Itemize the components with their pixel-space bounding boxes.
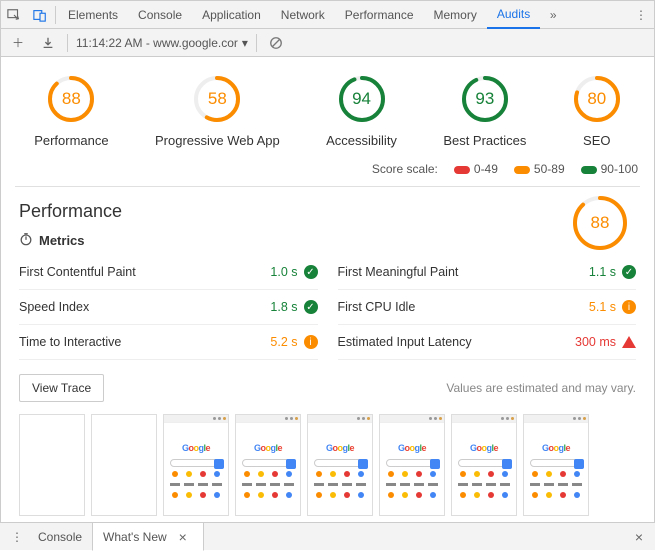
kebab-menu-icon[interactable]: ⋮	[628, 1, 654, 29]
filmstrip-thumb[interactable]	[19, 414, 85, 516]
metric-value: 5.2 s i	[270, 335, 317, 349]
metric-value: 5.1 s i	[589, 300, 636, 314]
pill-red-icon	[454, 166, 470, 174]
filmstrip-thumb[interactable]: Google	[307, 414, 373, 516]
metric-value: 300 ms	[575, 335, 636, 349]
download-report-icon[interactable]	[37, 32, 59, 54]
metric-name: First Contentful Paint	[19, 265, 136, 279]
report-selector[interactable]: 11:14:22 AM - www.google.cor ▾	[76, 36, 248, 50]
audit-report: 88Performance58Progressive Web App94Acce…	[1, 57, 654, 521]
metrics-col-right: First Meaningful Paint 1.1 s ✓ First CPU I…	[338, 255, 637, 360]
scores-row: 88 Performance 58 Progressive Web App 94 Acce…	[1, 57, 654, 156]
metric-row: Estimated Input Latency 300 ms	[338, 325, 637, 360]
metric-value: 1.8 s ✓	[270, 300, 317, 314]
score-label: Performance	[34, 133, 108, 148]
metric-row: First CPU Idle 5.1 s i	[338, 290, 637, 325]
metric-name: First CPU Idle	[338, 300, 416, 314]
info-icon: i	[304, 335, 318, 349]
score-label: Best Practices	[443, 133, 526, 148]
metric-name: First Meaningful Paint	[338, 265, 459, 279]
tab-performance[interactable]: Performance	[335, 1, 424, 29]
report-selector-label: 11:14:22 AM - www.google.cor	[76, 36, 238, 50]
check-icon: ✓	[622, 265, 636, 279]
score-gauge: 58	[193, 75, 241, 123]
metric-value: 1.1 s ✓	[589, 265, 636, 279]
metrics-header: Metrics	[19, 232, 636, 249]
score-gauge: 80	[573, 75, 621, 123]
info-icon: i	[622, 300, 636, 314]
filmstrip-thumb[interactable]: Google	[523, 414, 589, 516]
drawer-tab-console[interactable]: Console	[28, 523, 92, 551]
metric-row: First Meaningful Paint 1.1 s ✓	[338, 255, 637, 290]
section-title: Performance	[19, 201, 636, 222]
score-gauge: 93	[461, 75, 509, 123]
metric-name: Time to Interactive	[19, 335, 121, 349]
filmstrip-thumb[interactable]: Google	[163, 414, 229, 516]
metric-row: Speed Index 1.8 s ✓	[19, 290, 318, 325]
close-icon[interactable]: ×	[173, 529, 193, 545]
filmstrip-thumb[interactable]	[91, 414, 157, 516]
drawer-tab-whats-new[interactable]: What's New ×	[92, 523, 204, 551]
score-scale-label: Score scale:	[372, 162, 438, 176]
performance-section: Performance 88 Metrics First Contentful …	[1, 187, 654, 521]
filmstrip-thumb[interactable]: Google	[451, 414, 517, 516]
view-trace-button[interactable]: View Trace	[19, 374, 104, 402]
metric-value: 1.0 s ✓	[270, 265, 317, 279]
tab-elements[interactable]: Elements	[58, 1, 128, 29]
inspect-element-icon[interactable]	[1, 1, 27, 29]
score-label: SEO	[583, 133, 610, 148]
check-icon: ✓	[304, 300, 318, 314]
performance-gauge: 88	[572, 195, 628, 251]
device-toolbar-icon[interactable]	[27, 1, 53, 29]
score-gauge: 94	[338, 75, 386, 123]
score-scale: Score scale: 0-49 50-89 90-100	[1, 156, 654, 186]
tab-memory[interactable]: Memory	[424, 1, 487, 29]
more-tabs-icon[interactable]: »	[540, 1, 566, 29]
estimate-note: Values are estimated and may vary.	[446, 381, 636, 395]
filmstrip-thumb[interactable]: Google	[235, 414, 301, 516]
drawer-close-icon[interactable]: ×	[629, 529, 649, 545]
filmstrip-thumb[interactable]: Google	[379, 414, 445, 516]
warning-icon	[622, 336, 636, 348]
filmstrip: GoogleGoogleGoogleGoogleGoogleGoogle	[19, 414, 636, 516]
stopwatch-icon	[19, 232, 33, 249]
score-label: Accessibility	[326, 133, 397, 148]
pill-green-icon	[581, 166, 597, 174]
metric-row: Time to Interactive 5.2 s i	[19, 325, 318, 360]
metric-name: Speed Index	[19, 300, 89, 314]
tab-application[interactable]: Application	[192, 1, 271, 29]
clear-icon[interactable]	[265, 32, 287, 54]
score-label: Progressive Web App	[155, 133, 280, 148]
devtools-tabs: Elements Console Application Network Per…	[1, 1, 654, 29]
audits-toolbar: ＋ 11:14:22 AM - www.google.cor ▾	[1, 29, 654, 57]
new-audit-icon[interactable]: ＋	[7, 32, 29, 54]
tab-audits[interactable]: Audits	[487, 1, 540, 29]
drawer-kebab-icon[interactable]: ⋮	[6, 530, 28, 544]
drawer: ⋮ Console What's New × ×	[0, 522, 655, 550]
chevron-down-icon: ▾	[242, 36, 248, 50]
metric-row: First Contentful Paint 1.0 s ✓	[19, 255, 318, 290]
score-gauge: 88	[47, 75, 95, 123]
metrics-col-left: First Contentful Paint 1.0 s ✓ Speed Index…	[19, 255, 318, 360]
check-icon: ✓	[304, 265, 318, 279]
metric-name: Estimated Input Latency	[338, 335, 472, 349]
pill-orange-icon	[514, 166, 530, 174]
tab-console[interactable]: Console	[128, 1, 192, 29]
tab-network[interactable]: Network	[271, 1, 335, 29]
